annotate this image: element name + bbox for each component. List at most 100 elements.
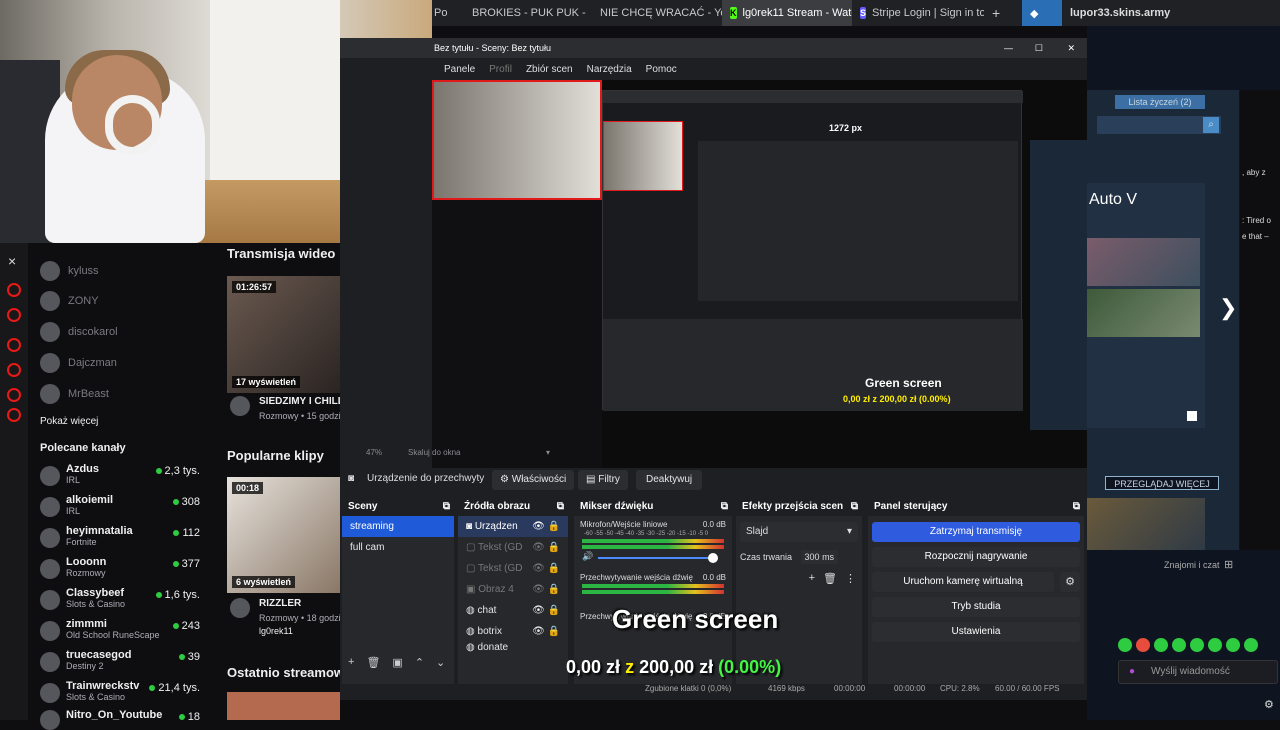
avatar [40, 261, 60, 281]
source-item[interactable]: ▢ Tekst (GD 👁 🔒 [458, 558, 568, 579]
recent-thumbnail[interactable] [227, 692, 340, 720]
menu-profile[interactable]: Profil [489, 64, 512, 75]
friends-chat-label[interactable]: Znajomi i czat [1164, 560, 1220, 570]
tab-stripe[interactable]: S Stripe Login | Sign in to th ✕ [852, 0, 984, 26]
source-item[interactable]: ◍ chat 👁 🔒 [458, 600, 568, 621]
close-icon[interactable]: ✕ [1067, 38, 1075, 58]
emote-icon[interactable] [1208, 638, 1222, 652]
recommended-channel[interactable]: Azdus IRL 2,3 tys. [40, 463, 210, 486]
emote-icon[interactable] [1136, 638, 1150, 652]
recommended-channel[interactable]: Classybeef Slots & Casino 1,6 tys. [40, 587, 210, 610]
gear-icon[interactable]: ⚙ [1264, 698, 1274, 711]
studio-mode-button[interactable]: Tryb studia [872, 597, 1080, 617]
show-more-link[interactable]: Pokaż więcej [40, 416, 98, 427]
game-thumbnail[interactable] [1087, 498, 1205, 550]
transition-select[interactable]: Slajd ▾ [740, 522, 858, 542]
close-icon[interactable]: × [8, 253, 16, 269]
recommended-channel[interactable]: alkoiemil IRL 308 [40, 494, 210, 517]
followed-channel[interactable]: MrBeast [40, 384, 109, 404]
avatar[interactable] [230, 598, 250, 618]
emote-icon[interactable] [1172, 638, 1186, 652]
followed-channel[interactable]: ZONY [40, 291, 99, 311]
store-search-input[interactable]: ⌕ [1097, 116, 1221, 134]
start-recording-button[interactable]: Rozpocznij nagrywanie [872, 547, 1080, 567]
gift-icon[interactable] [7, 338, 21, 352]
more-icon[interactable]: ⋮ [845, 572, 856, 585]
emote-icon[interactable] [1226, 638, 1240, 652]
clip-author[interactable]: lg0rek11 [259, 626, 293, 636]
video-title[interactable]: SIEDZIMY I CHILL [259, 396, 344, 407]
next-arrow-icon[interactable]: ❯ [1219, 295, 1237, 321]
down-icon[interactable]: ⌄ [436, 656, 445, 672]
trash-icon[interactable]: 🗑 [366, 656, 380, 672]
chat-window-icon[interactable]: ⊞ [1224, 558, 1233, 571]
recommended-channel[interactable]: zimmmi Old School RuneScape 243 [40, 618, 210, 641]
new-tab-button[interactable]: + [984, 0, 1008, 26]
obs-preview-canvas[interactable]: 1272 px Green screen 0,00 zł z 200,00 zł… [432, 80, 1087, 484]
dock-menu-icon: ⧉ [442, 501, 450, 512]
tab-kick[interactable]: K lg0rek11 Stream - Watch ✕ [722, 0, 852, 26]
deactivate-button[interactable]: Deaktywuj [636, 470, 703, 490]
avatar[interactable] [230, 396, 250, 416]
settings-icon[interactable] [7, 408, 21, 422]
clip-thumbnail[interactable]: 00:18 6 wyświetleń [227, 477, 340, 593]
camera-icon: ◙ [348, 473, 355, 484]
video-thumbnail[interactable]: 01:26:57 17 wyświetleń [227, 276, 340, 393]
tab-youtube-2[interactable]: NIE CHCĘ WRACAĆ - Yo [586, 0, 722, 26]
volume-slider[interactable]: 🔊 [582, 551, 724, 563]
scene-item[interactable]: streaming [342, 516, 454, 537]
extension-icon[interactable]: ◆ [1022, 0, 1062, 26]
followed-channel[interactable]: kyluss [40, 261, 99, 281]
recommended-channel[interactable]: truecasegod Destiny 2 39 [40, 649, 210, 672]
game-card[interactable]: Auto V [1087, 183, 1205, 428]
source-item[interactable]: ◍ botrix 👁 🔒 [458, 621, 568, 642]
add-icon[interactable]: + [809, 572, 815, 585]
maximize-icon[interactable]: ☐ [1035, 38, 1043, 58]
shield-icon[interactable] [7, 363, 21, 377]
recommended-channel[interactable]: Nitro_On_Youtube 18 [40, 709, 210, 730]
menu-scene-collection[interactable]: Zbiór scen [526, 64, 573, 75]
recommended-channel[interactable]: Trainwreckstv Slots & Casino 21,4 tys. [40, 680, 210, 703]
menu-tools[interactable]: Narzędzia [587, 64, 632, 75]
history-icon[interactable] [7, 308, 21, 322]
recommended-channel[interactable]: heyimnatalia Fortnite 112 [40, 525, 210, 548]
emote-icon[interactable] [1190, 638, 1204, 652]
recommended-channel[interactable]: Looonn Rozmowy 377 [40, 556, 210, 579]
clip-title[interactable]: RIZZLER [259, 598, 301, 609]
stop-stream-button[interactable]: Zatrzymaj transmisję [872, 522, 1080, 542]
duration-input[interactable]: 300 ms [800, 550, 839, 564]
emote-icon[interactable] [1118, 638, 1132, 652]
source-item[interactable]: ▣ Obraz 4 👁 🔒 [458, 579, 568, 600]
scene-item[interactable]: full cam [342, 537, 454, 558]
trash-icon[interactable]: 🗑 [823, 572, 837, 585]
source-item[interactable]: ◙ Urządzen 👁 🔒 [458, 516, 568, 537]
emote-icon[interactable] [1154, 638, 1168, 652]
followed-channel[interactable]: Dajczman [40, 353, 117, 373]
chat-message-input[interactable]: ● Wyślij wiadomość [1118, 660, 1278, 684]
scenes-dock: Sceny ⧉ streaming full cam + 🗑 ▣ ⌃ ⌄ [342, 498, 454, 694]
scale-mode[interactable]: Skaluj do okna [408, 448, 460, 457]
emote-icon[interactable] [1244, 638, 1258, 652]
settings-button[interactable]: Ustawienia [872, 622, 1080, 642]
virtual-camera-button[interactable]: Uruchom kamerę wirtualną [872, 572, 1054, 592]
filters-button[interactable]: ▤ Filtry [578, 470, 628, 490]
menu-panels[interactable]: Panele [444, 64, 475, 75]
gear-icon[interactable] [7, 388, 21, 402]
add-icon[interactable]: + [348, 656, 354, 672]
chevron-down-icon[interactable]: ▾ [546, 448, 550, 457]
filter-icon[interactable]: ▣ [392, 656, 402, 672]
circle-icon[interactable] [7, 283, 21, 297]
zoom-level[interactable]: 47% [366, 448, 382, 457]
browse-more-button[interactable]: PRZEGLĄDAJ WIĘCEJ [1105, 476, 1219, 490]
up-icon[interactable]: ⌃ [415, 656, 424, 672]
wishlist-button[interactable]: Lista życzeń (2) [1115, 95, 1205, 109]
properties-button[interactable]: ⚙ Właściwości [492, 470, 575, 490]
followed-channel[interactable]: discokarol [40, 322, 118, 342]
tab-partial[interactable]: Po [432, 0, 458, 26]
gear-icon[interactable]: ⚙ [1060, 572, 1080, 592]
source-item[interactable]: ▢ Tekst (GD 👁 🔒 [458, 537, 568, 558]
source-item[interactable]: ◍ donate [458, 642, 568, 654]
minimize-icon[interactable]: — [1004, 38, 1013, 58]
tab-youtube-1[interactable]: BROKIES - PUK PUK - Yo [458, 0, 586, 26]
menu-help[interactable]: Pomoc [646, 64, 677, 75]
